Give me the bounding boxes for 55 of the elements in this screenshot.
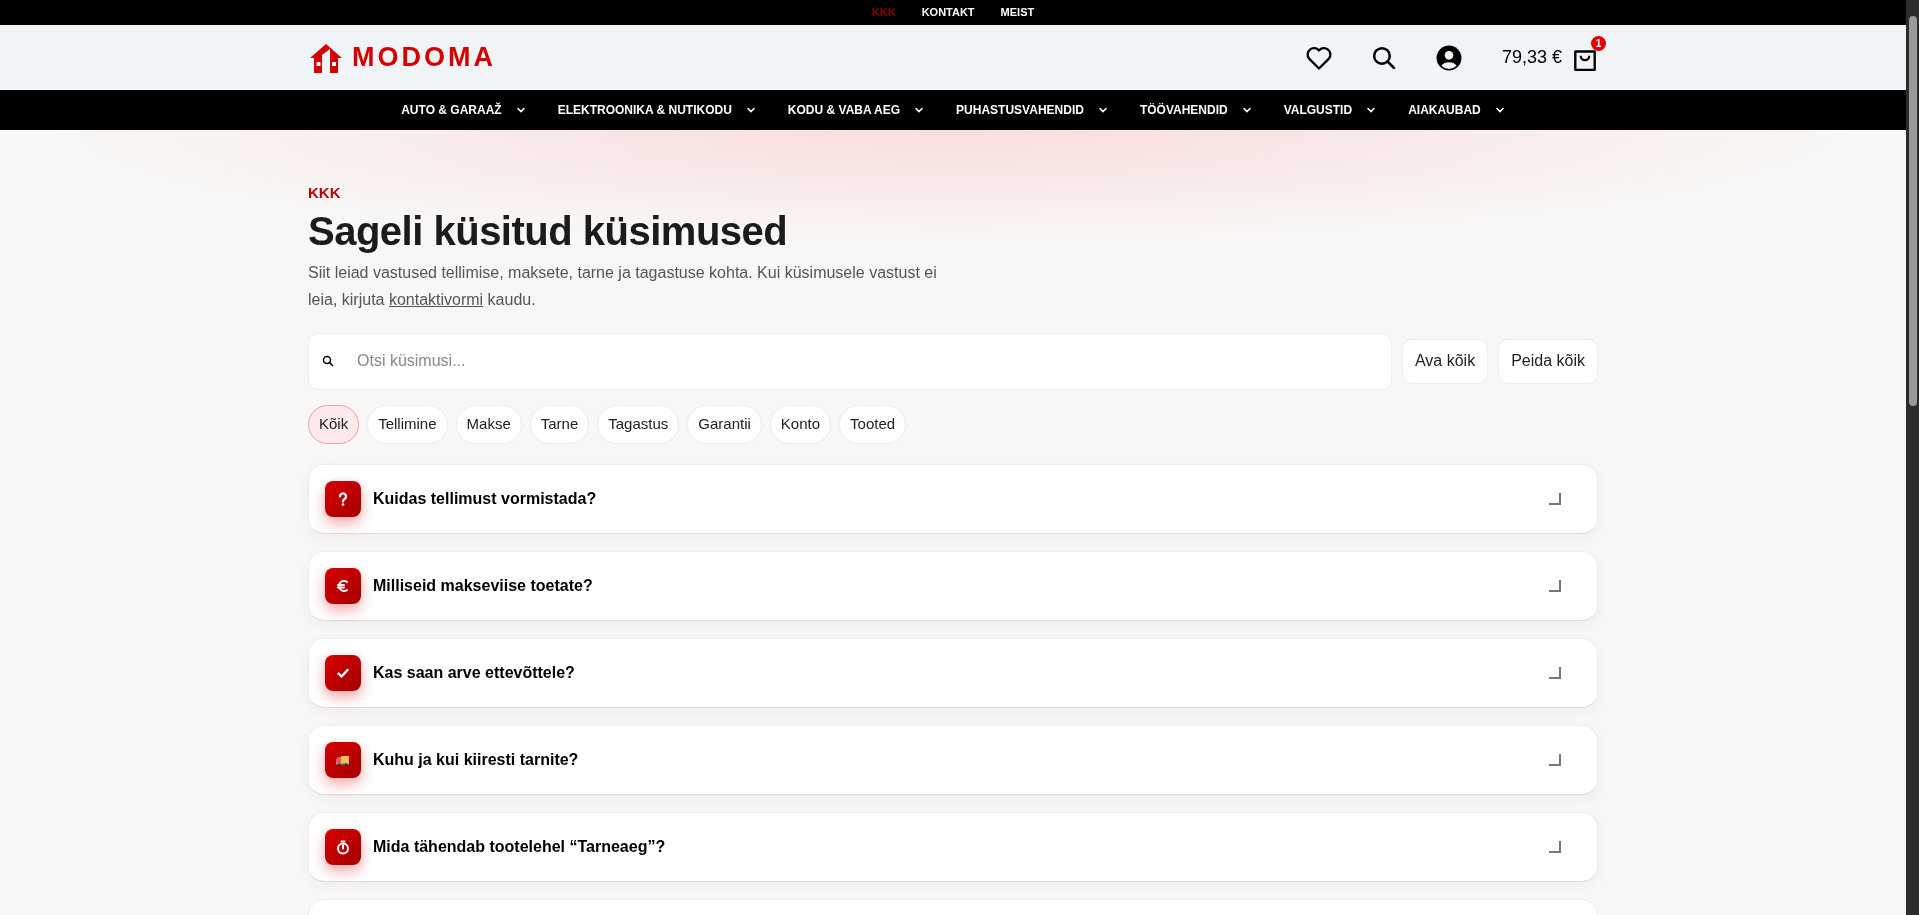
chevron-down-icon bbox=[914, 105, 925, 115]
faq-question: Mida tähendab tootelehel “Tarneaeg”? bbox=[373, 836, 666, 857]
euro-icon bbox=[325, 567, 361, 604]
filter-chip[interactable]: Tellimine bbox=[367, 404, 448, 444]
eyebrow-label: KKK bbox=[308, 183, 342, 203]
filter-chip[interactable]: Garantii bbox=[687, 404, 762, 444]
faq-question: Milliseid makseviise toetate? bbox=[373, 575, 593, 596]
faq-question: Kas saan arve ettevõttele? bbox=[373, 662, 575, 683]
faq-item[interactable]: Milliseid makseviise toetate? bbox=[308, 550, 1598, 621]
search-icon[interactable] bbox=[1370, 45, 1396, 70]
chevron-down-icon bbox=[515, 105, 526, 115]
nav-menu-item[interactable]: ELEKTROONIKA & NUTIKODU bbox=[557, 101, 756, 119]
filter-chip[interactable]: Makse bbox=[455, 404, 522, 444]
faq-item[interactable]: Kas saan arve ettevõttele? bbox=[308, 637, 1598, 708]
faq-question: Kuhu ja kui kiiresti tarnite? bbox=[373, 749, 579, 770]
page-title: Sageli küsitud küsimused bbox=[308, 207, 789, 255]
logo[interactable]: MODOMA bbox=[308, 37, 496, 78]
search-icon bbox=[322, 354, 334, 367]
nav-menu-item[interactable]: AIAKAUBAD bbox=[1408, 101, 1505, 119]
logo-text: MODOMA bbox=[352, 41, 496, 75]
search-field[interactable]: Otsi küsimusi... bbox=[308, 332, 1392, 390]
toggle-all-button[interactable]: Peida kõik bbox=[1498, 338, 1598, 384]
nav-menu-item[interactable]: AUTO & GARAAŽ bbox=[401, 101, 526, 119]
nav-menu-item[interactable]: PUHASTUSVAHENDID bbox=[956, 101, 1108, 119]
filter-chip[interactable]: Tooted bbox=[839, 404, 907, 444]
filter-chip[interactable]: Tagastus bbox=[597, 404, 680, 444]
cart-total[interactable]: 79,33 € bbox=[1501, 44, 1562, 71]
scrollbar-thumb[interactable] bbox=[1908, 16, 1917, 406]
chevron-down-icon bbox=[745, 105, 756, 115]
contact-form-link[interactable]: kontaktivormi bbox=[388, 290, 484, 308]
filter-chip[interactable]: Konto bbox=[769, 404, 832, 444]
nav-menu-item[interactable]: TÖÖVAHENDID bbox=[1139, 101, 1252, 119]
nav-menu-item[interactable]: VALGUSTID bbox=[1283, 101, 1377, 119]
filter-chip[interactable]: Kõik bbox=[308, 404, 360, 444]
chevron-down-icon bbox=[1097, 105, 1108, 115]
heart-icon[interactable] bbox=[1304, 44, 1333, 71]
question-mark-icon bbox=[325, 480, 361, 517]
intro-paragraph: Siit leiad vastused tellimise, maksete, tarne ja tagastuse kohta. Kui küsimusele vastust ei leia, kirjuta kontaktivormi kaudu. bbox=[308, 262, 938, 310]
top-link[interactable]: MEIST bbox=[1000, 4, 1035, 21]
checkmark-icon bbox=[325, 654, 361, 691]
truck-icon bbox=[325, 741, 361, 778]
top-link[interactable]: KONTAKT bbox=[921, 4, 975, 21]
faq-item[interactable]: Kuhu ja kui kiiresti tarnite? bbox=[308, 724, 1598, 795]
chevron-down-icon bbox=[1366, 105, 1377, 115]
faq-question: Kuidas tellimust vormistada? bbox=[373, 488, 597, 509]
chevron-down-icon bbox=[1241, 105, 1252, 115]
nav-menu-item[interactable]: KODU & VABA AEG bbox=[787, 101, 925, 119]
chevron-down-icon bbox=[1494, 105, 1505, 115]
faq-item[interactable]: Mida tähendab tootelehel “Tarneaeg”? bbox=[308, 811, 1598, 882]
faq-item[interactable]: Kuidas tellimust vormistada? bbox=[308, 463, 1598, 534]
user-icon[interactable] bbox=[1435, 44, 1462, 71]
cart-count-badge: 1 bbox=[1591, 35, 1606, 51]
filter-chip[interactable]: Tarne bbox=[529, 404, 590, 444]
toggle-all-button[interactable]: Ava kõik bbox=[1402, 338, 1489, 384]
stopwatch-icon bbox=[325, 828, 361, 865]
